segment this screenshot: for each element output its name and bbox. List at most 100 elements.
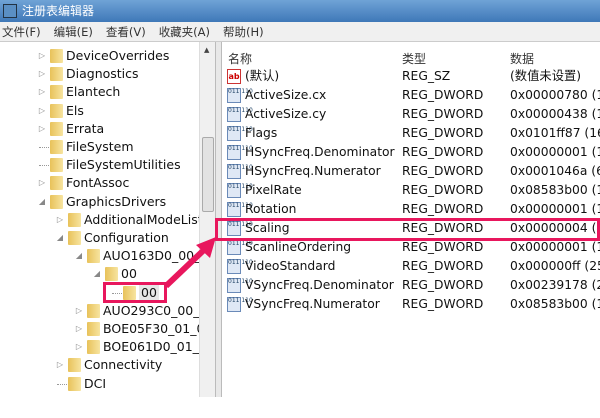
menu-item[interactable]: 文件(F)	[2, 25, 41, 39]
value-data: 0x0101ff87 (169	[510, 126, 600, 140]
menu-item[interactable]: 编辑(E)	[54, 25, 93, 39]
list-row[interactable]: ab (默认) REG_SZ (数值未设置)	[222, 67, 600, 86]
tree-node[interactable]: ▷ FontAssoc	[0, 174, 200, 192]
tree-node-label: DeviceOverrides	[66, 48, 170, 63]
tree-node[interactable]: ▷ DeviceOverrides	[0, 47, 200, 65]
tree-node-label: Els	[66, 102, 84, 118]
tree-node-label: FontAssoc	[66, 175, 130, 191]
tree-node-label: AUO163D0_00_0	[103, 248, 200, 264]
folder-icon	[87, 303, 100, 318]
value-name: PixelRate	[245, 183, 302, 197]
scrollbar-thumb[interactable]	[202, 137, 214, 212]
menu-item[interactable]: 查看(V)	[106, 25, 146, 39]
tree-node-label: BOE05F30_01_07D	[103, 321, 200, 336]
tree-node[interactable]: ▷ BOE061D0_01_07	[0, 338, 200, 356]
tree-node[interactable]: ◢ Configuration	[0, 229, 200, 247]
expander-icon[interactable]: ▷	[74, 302, 84, 320]
expander-icon[interactable]: ◢	[55, 229, 65, 247]
tree-node[interactable]: ◢ 00	[0, 265, 200, 283]
tree-node[interactable]: ▷ AUO293C0_00_07	[0, 302, 200, 320]
binary-value-icon: 011 110	[227, 126, 253, 141]
expander-icon[interactable]: ◢	[92, 265, 102, 283]
tree-scrollbar[interactable]: ▲	[199, 42, 215, 397]
tree-node-label: 00	[121, 266, 137, 282]
scroll-up-icon[interactable]: ▲	[204, 46, 209, 54]
tree-node-label: DCI	[84, 375, 107, 391]
expander-icon[interactable]: ▷	[37, 65, 47, 83]
folder-icon	[68, 212, 81, 227]
expander-icon[interactable]: ◢	[37, 193, 47, 211]
expander-icon[interactable]: ▷	[37, 120, 47, 138]
list-row[interactable]: 011 110 Rotation REG_DWORD 0x00000001 (1)	[222, 200, 600, 219]
tree-node-label: Elantech	[66, 84, 121, 100]
expander-icon[interactable]: ▷	[37, 102, 47, 120]
column-name[interactable]: 名称	[228, 50, 252, 67]
value-type: REG_DWORD	[402, 126, 484, 140]
folder-icon	[87, 322, 100, 336]
tree-node[interactable]: FileSystem	[0, 138, 200, 156]
value-type: REG_DWORD	[402, 164, 484, 178]
column-data[interactable]: 数据	[510, 50, 534, 67]
value-name: VSyncFreq.Denominator	[245, 278, 394, 292]
list-row[interactable]: 011 110 VideoStandard REG_DWORD 0x000000ff …	[222, 257, 600, 276]
folder-icon	[50, 67, 63, 82]
binary-value-icon: 011 110	[227, 297, 253, 312]
value-name: HSyncFreq.Denominator	[245, 145, 395, 159]
binary-value-icon: 011 110	[227, 183, 253, 198]
tree-node[interactable]: ◢ AUO163D0_00_0	[0, 247, 200, 265]
list-row[interactable]: 011 110PixelRate REG_DWORD 0x08583b00 (14	[222, 181, 600, 200]
binary-value-icon: 011 110	[227, 240, 253, 255]
expander-icon[interactable]: ▷	[55, 356, 65, 374]
value-name: VSyncFreq.Numerator	[245, 297, 380, 311]
binary-value-icon: 011 110	[227, 202, 253, 217]
tree-node[interactable]: ◢ GraphicsDrivers	[0, 193, 200, 211]
tree-node[interactable]: ▷ AdditionalModeLists	[0, 211, 200, 229]
value-type: REG_DWORD	[402, 145, 484, 159]
list-row[interactable]: 011 110Flags REG_DWORD 0x0101ff87 (169	[222, 124, 600, 143]
tree-node[interactable]: 00	[0, 283, 200, 302]
menu-item[interactable]: 收藏夹(A)	[159, 25, 210, 39]
binary-value-icon: 011 110	[227, 259, 253, 274]
expander-icon[interactable]: ▷	[37, 47, 47, 65]
value-type: REG_DWORD	[402, 202, 484, 216]
value-data: 0x00000001 (1)	[510, 145, 600, 159]
value-name: HSyncFreq.Numerator	[245, 164, 381, 178]
tree-node[interactable]: ▷ Diagnostics	[0, 65, 200, 83]
tree-node[interactable]: FileSystemUtilities	[0, 156, 200, 174]
folder-icon	[87, 340, 100, 355]
column-type[interactable]: 类型	[402, 50, 426, 67]
tree-node-label: FileSystem	[66, 139, 134, 154]
value-type: REG_DWORD	[402, 88, 484, 102]
expander-icon[interactable]: ▷	[74, 320, 84, 338]
folder-icon	[50, 49, 63, 63]
tree-node[interactable]: ▷ Els	[0, 102, 200, 120]
folder-icon	[50, 85, 63, 100]
tree-line	[39, 165, 49, 167]
folder-icon	[87, 249, 100, 264]
list-row[interactable]: 011 110 HSyncFreq.Numerator REG_DWORD 0x000…	[222, 162, 600, 181]
tree-node[interactable]: ▷ Errata	[0, 120, 200, 138]
menu-item[interactable]: 帮助(H)	[223, 25, 264, 39]
list-row[interactable]: 011 110 VSyncFreq.Denominator REG_DWORD 0x0…	[222, 276, 600, 295]
folder-icon	[68, 358, 81, 373]
list-row[interactable]: 011 110 HSyncFreq.Denominator REG_DWORD 0x0…	[222, 143, 600, 162]
list-row[interactable]: 011 110 ActiveSize.cy REG_DWORD 0x00000438 …	[222, 105, 600, 124]
value-type: REG_DWORD	[402, 259, 484, 273]
list-row[interactable]: 011 110 ActiveSize.cx REG_DWORD 0x00000780 …	[222, 86, 600, 105]
expander-icon[interactable]: ▷	[37, 83, 47, 101]
list-row[interactable]: 011 110 VSyncFreq.Numerator REG_DWORD 0x085…	[222, 295, 600, 314]
expander-icon[interactable]: ◢	[74, 247, 84, 265]
tree-node[interactable]: DCI	[0, 375, 200, 393]
expander-icon[interactable]: ▷	[55, 211, 65, 229]
value-data: 0x08583b00 (14	[510, 183, 600, 197]
expander-icon[interactable]: ▷	[74, 338, 84, 356]
value-type: REG_DWORD	[402, 107, 484, 121]
value-name: Rotation	[245, 202, 297, 216]
expander-icon[interactable]: ▷	[37, 174, 47, 192]
value-data: (数值未设置)	[510, 69, 582, 83]
bottom-margin	[0, 397, 600, 418]
tree-node-label: Configuration	[84, 230, 169, 245]
tree-node[interactable]: ▷ BOE05F30_01_07D	[0, 320, 200, 338]
tree-node[interactable]: ▷ Connectivity	[0, 356, 200, 374]
tree-node[interactable]: ▷ Elantech	[0, 83, 200, 101]
